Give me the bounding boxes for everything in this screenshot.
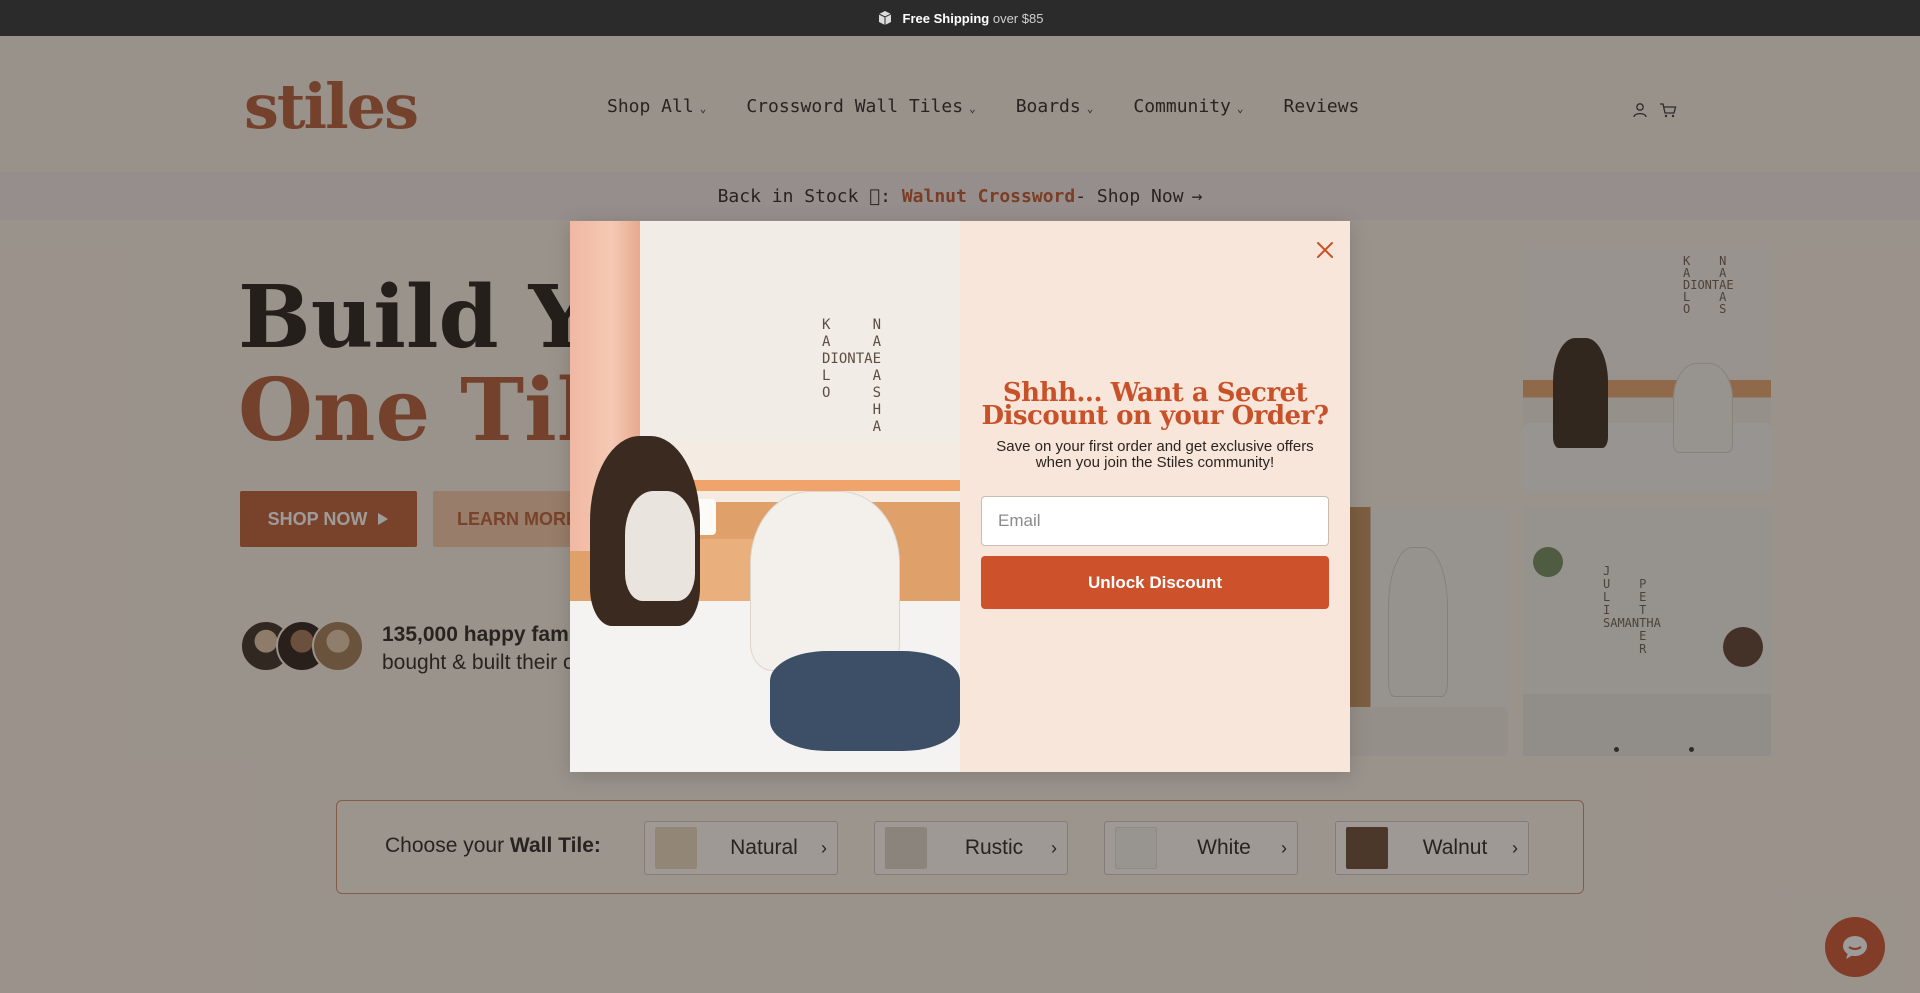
announcement-bar: Free Shipping over $85 bbox=[0, 0, 1920, 36]
email-field[interactable] bbox=[981, 496, 1329, 546]
modal-subtitle: Save on your first order and get exclusi… bbox=[996, 438, 1314, 471]
modal-family-photo: K NA A DIONTAE L AO S H A bbox=[570, 221, 960, 772]
shipping-bold: Free Shipping bbox=[902, 10, 990, 26]
man-shape bbox=[750, 491, 900, 671]
tile-letters-decor: K NA A DIONTAE L AO S H A bbox=[822, 317, 882, 435]
close-icon[interactable] bbox=[1313, 238, 1337, 262]
baby-shape bbox=[625, 491, 695, 601]
modal-title: Shhh... Want a Secret Discount on your O… bbox=[981, 378, 1329, 431]
unlock-discount-button[interactable]: Unlock Discount bbox=[981, 556, 1329, 609]
shipping-rest: over $85 bbox=[992, 10, 1044, 26]
box-icon bbox=[878, 11, 891, 25]
discount-modal: K NA A DIONTAE L AO S H A Shhh... Want a S… bbox=[570, 221, 1350, 772]
jeans-shape bbox=[770, 651, 960, 751]
